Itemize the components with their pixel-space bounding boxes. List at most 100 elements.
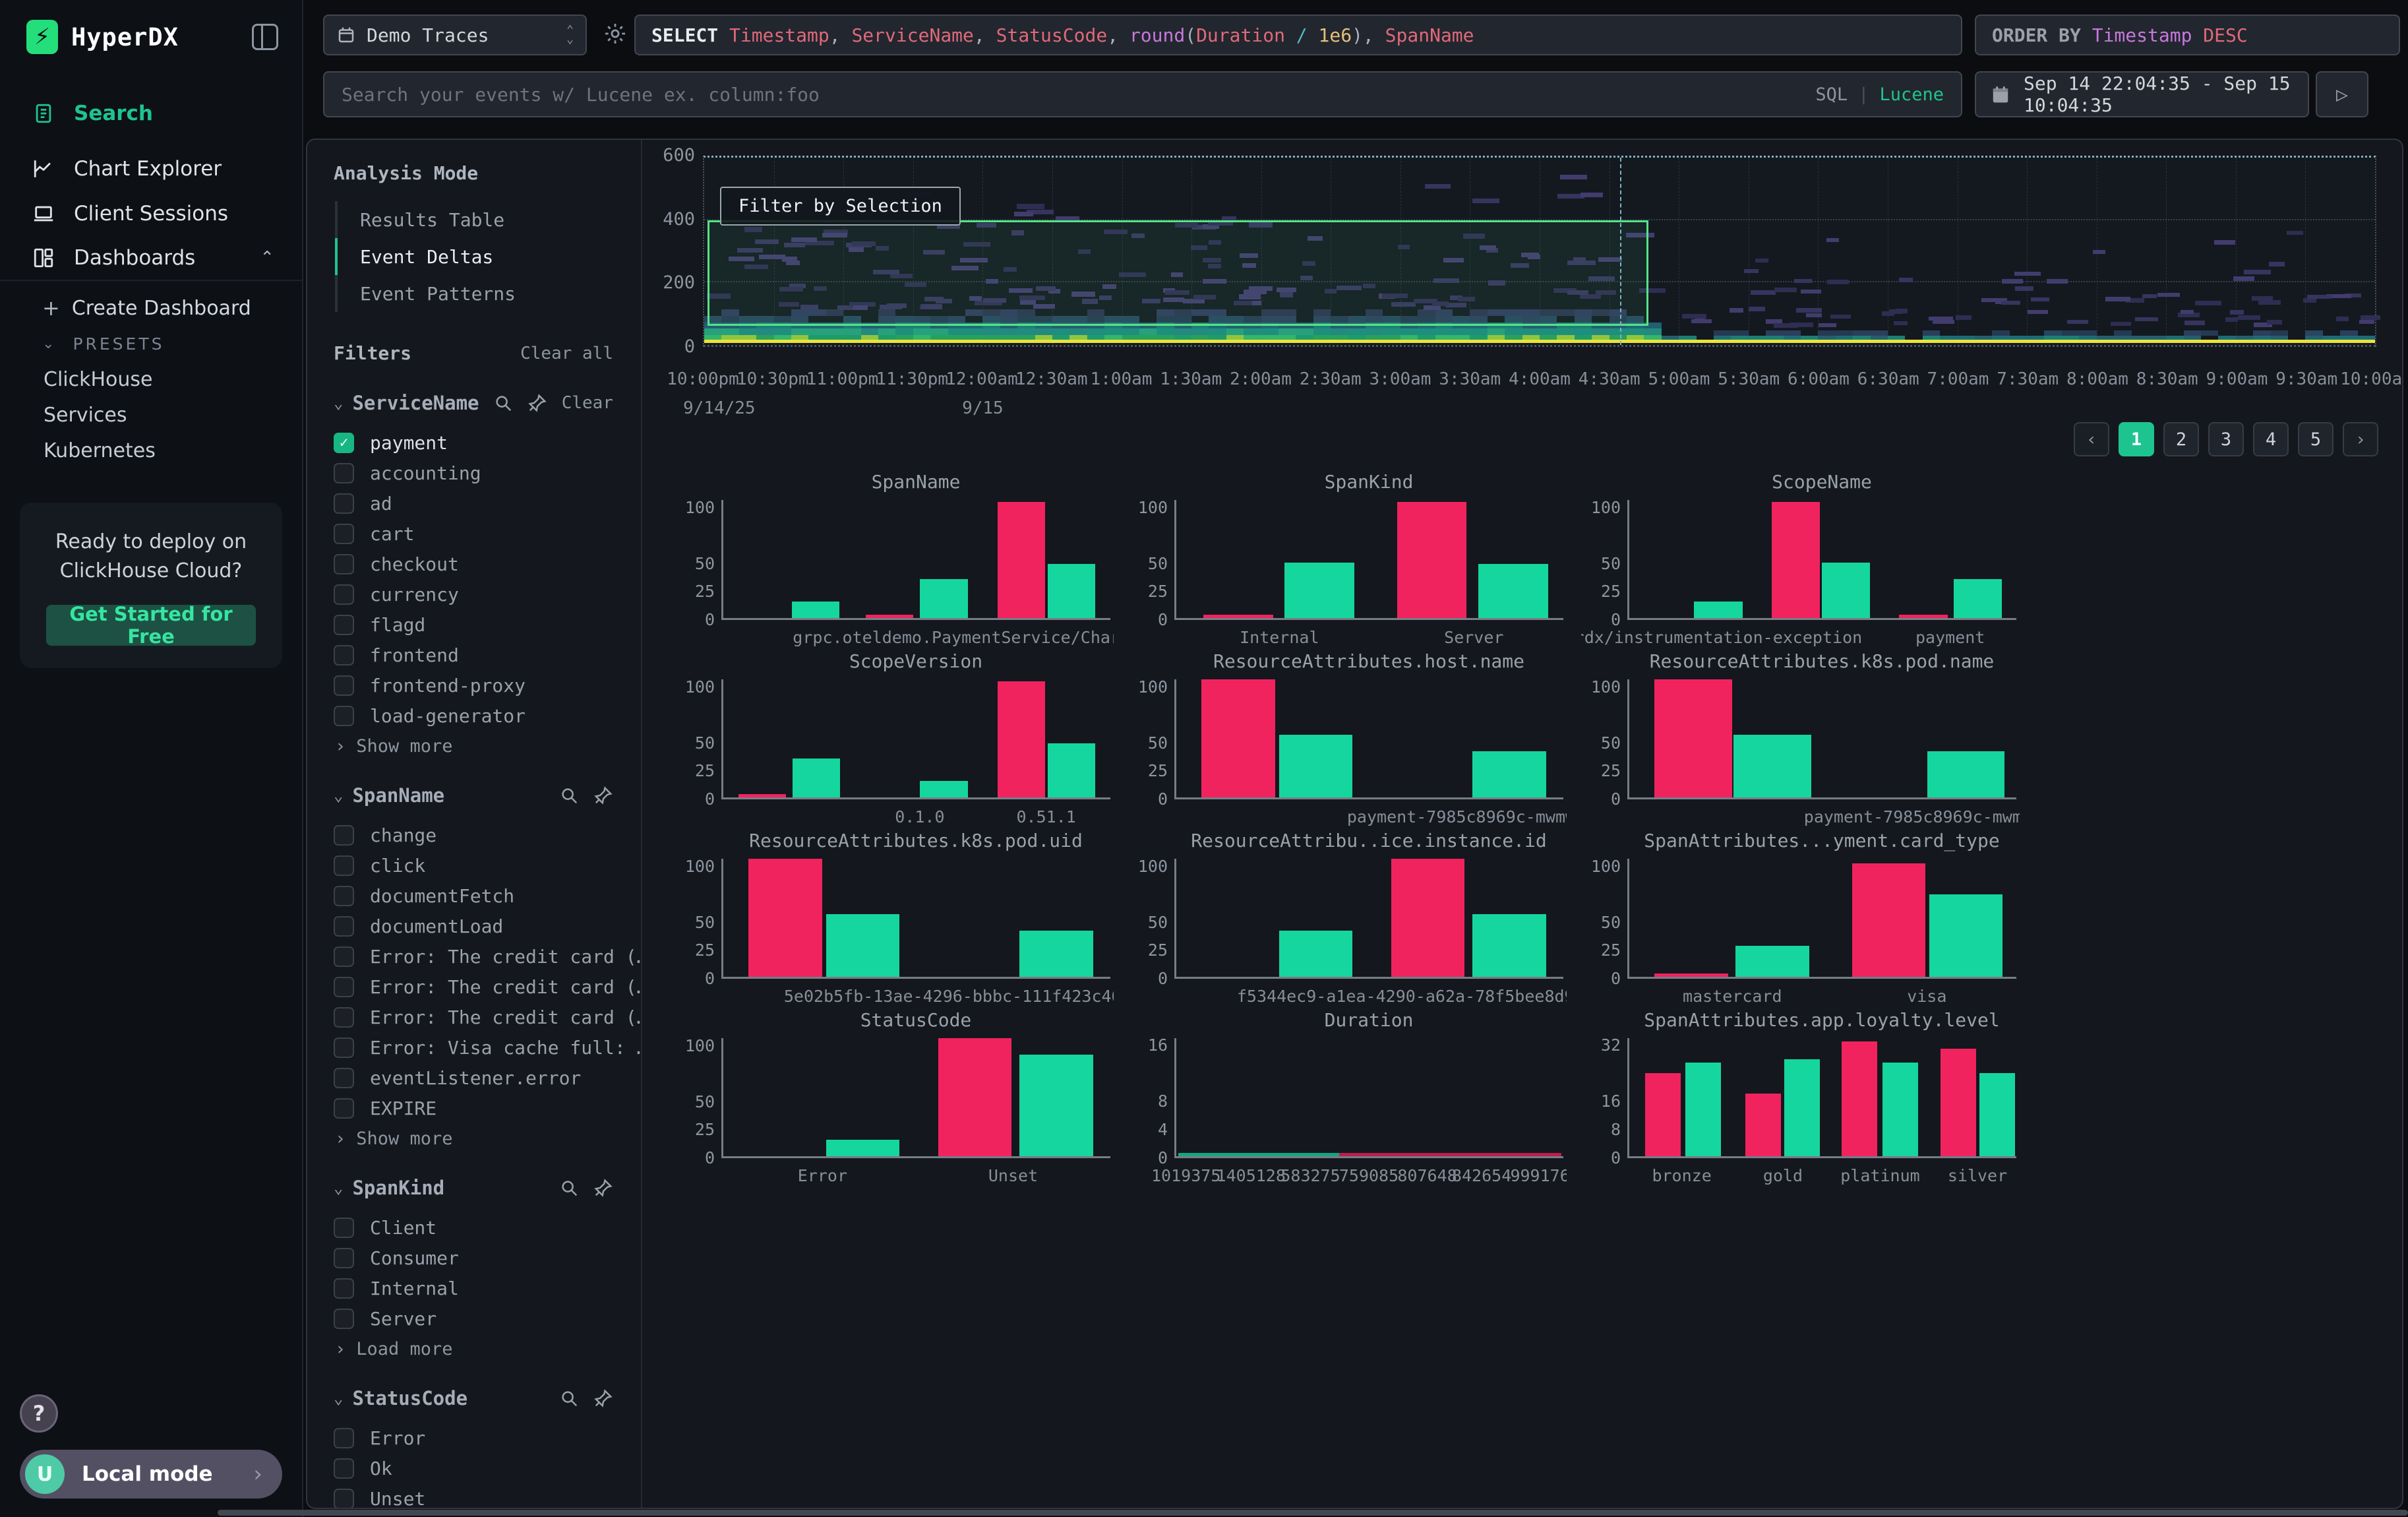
page-button[interactable]: 4 — [2253, 422, 2289, 456]
checkbox[interactable] — [334, 886, 354, 906]
checkbox[interactable] — [334, 493, 354, 514]
pin-icon[interactable] — [593, 786, 613, 805]
search-icon[interactable] — [493, 393, 513, 413]
filter-option[interactable]: Consumer — [334, 1243, 613, 1273]
analysis-mode-event-patterns[interactable]: Event Patterns — [335, 275, 613, 312]
sidebar-item-dashboards[interactable]: Dashboards ⌃ — [0, 236, 302, 281]
events-heatmap[interactable]: Filter by Selection — [703, 156, 2376, 347]
presets-toggle[interactable]: ⌄ PRESETS — [0, 326, 302, 361]
checkbox[interactable] — [334, 1007, 354, 1028]
checkbox[interactable] — [334, 1248, 354, 1268]
filter-group-header[interactable]: ⌄ SpanKind — [334, 1177, 613, 1199]
filter-option[interactable]: Error: The credit card (… — [334, 1002, 613, 1032]
order-by-input[interactable]: ORDER BY Timestamp DESC — [1975, 15, 2400, 55]
filter-option[interactable]: documentLoad — [334, 911, 613, 941]
sql-select-input[interactable]: SELECT Timestamp, ServiceName, StatusCod… — [634, 15, 1962, 55]
run-query-button[interactable]: ▷ — [2316, 71, 2368, 117]
load-more-link[interactable]: › Load more — [335, 1339, 613, 1359]
filter-option[interactable]: ad — [334, 488, 613, 518]
checkbox[interactable] — [334, 524, 354, 544]
page-button[interactable]: 1 — [2119, 422, 2154, 456]
page-button[interactable]: 5 — [2298, 422, 2333, 456]
page-button[interactable]: 3 — [2208, 422, 2244, 456]
filter-option[interactable]: Error: The credit card (… — [334, 941, 613, 972]
checkbox[interactable] — [334, 706, 354, 726]
sidebar-item-services[interactable]: Services — [0, 397, 302, 433]
filter-option[interactable]: load-generator — [334, 700, 613, 731]
horizontal-scrollbar[interactable] — [218, 1510, 2408, 1516]
breakdown-chart[interactable]: ResourceAttributes.k8s.pod.uid025501005e… — [675, 827, 1114, 1006]
get-started-button[interactable]: Get Started for Free — [46, 605, 256, 646]
filter-option[interactable]: frontend-proxy — [334, 670, 613, 700]
filter-option[interactable]: EXPIRE — [334, 1093, 613, 1123]
breakdown-chart[interactable]: ResourceAttributes.k8s.pod.name02550100p… — [1581, 648, 2020, 827]
filter-option[interactable]: Server — [334, 1303, 613, 1334]
sidebar-item-client-sessions[interactable]: Client Sessions — [0, 191, 302, 236]
breakdown-chart[interactable]: SpanKind02550100InternalServer — [1128, 468, 1567, 648]
checkbox[interactable] — [334, 1037, 354, 1058]
sidebar-item-chart-explorer[interactable]: Chart Explorer — [0, 146, 302, 191]
breakdown-chart[interactable]: SpanAttributes...yment.card_type02550100… — [1581, 827, 2020, 1006]
checkbox[interactable] — [334, 1428, 354, 1448]
breakdown-chart[interactable]: SpanAttributes.app.loyalty.level081632br… — [1581, 1006, 2020, 1186]
filter-option[interactable]: accounting — [334, 458, 613, 488]
show-more-link[interactable]: › Show more — [335, 736, 613, 757]
time-range-picker[interactable]: Sep 14 22:04:35 - Sep 15 10:04:35 — [1975, 71, 2309, 117]
clear-all-button[interactable]: Clear all — [520, 344, 613, 363]
next-page-button[interactable]: › — [2343, 422, 2378, 456]
checkbox[interactable] — [334, 825, 354, 846]
collapse-sidebar-icon[interactable] — [252, 24, 278, 50]
mode-lucene[interactable]: Lucene — [1879, 84, 1944, 105]
sidebar-item-search[interactable]: Search — [0, 91, 302, 136]
checkbox[interactable] — [334, 1218, 354, 1238]
search-icon[interactable] — [559, 1388, 579, 1408]
checkbox[interactable] — [334, 1068, 354, 1088]
filter-option[interactable]: currency — [334, 579, 613, 609]
filter-option[interactable]: Client — [334, 1212, 613, 1243]
checkbox[interactable] — [334, 584, 354, 605]
checkbox[interactable] — [334, 554, 354, 574]
checkbox[interactable] — [334, 855, 354, 876]
checkbox[interactable] — [334, 977, 354, 997]
checkbox[interactable] — [334, 1278, 354, 1299]
help-button[interactable]: ? — [20, 1394, 58, 1433]
local-mode-menu[interactable]: U Local mode › — [20, 1450, 282, 1499]
filter-group-header[interactable]: ⌄ SpanName — [334, 784, 613, 807]
checkbox[interactable] — [334, 916, 354, 937]
search-icon[interactable] — [559, 786, 579, 805]
pin-icon[interactable] — [593, 1178, 613, 1198]
filter-option[interactable]: documentFetch — [334, 881, 613, 911]
filter-by-selection-button[interactable]: Filter by Selection — [720, 187, 961, 226]
clear-group-button[interactable]: Clear — [562, 393, 613, 413]
source-select[interactable]: Demo Traces ⌃⌄ — [323, 15, 587, 55]
show-more-link[interactable]: › Show more — [335, 1129, 613, 1149]
search-icon[interactable] — [559, 1178, 579, 1198]
filter-option[interactable]: Internal — [334, 1273, 613, 1303]
filter-option[interactable]: cart — [334, 518, 613, 549]
filter-group-header[interactable]: ⌄ StatusCode — [334, 1387, 613, 1409]
breakdown-chart[interactable]: ScopeVersion025501000.1.00.51.1 — [675, 648, 1114, 827]
checkbox[interactable]: ✓ — [334, 433, 354, 453]
checkbox[interactable] — [334, 645, 354, 666]
breakdown-chart[interactable]: ResourceAttribu..ice.instance.id02550100… — [1128, 827, 1567, 1006]
filter-option[interactable]: change — [334, 820, 613, 850]
filter-option[interactable]: Error: Visa cache full: … — [334, 1032, 613, 1063]
create-dashboard-button[interactable]: + Create Dashboard — [0, 290, 302, 326]
filter-option[interactable]: eventListener.error — [334, 1063, 613, 1093]
mode-sql[interactable]: SQL — [1815, 84, 1848, 105]
breakdown-chart[interactable]: ResourceAttributes.host.name02550100paym… — [1128, 648, 1567, 827]
breakdown-chart[interactable]: ScopeName02550100@hyperdx/instrumentatio… — [1581, 468, 2020, 648]
prev-page-button[interactable]: ‹ — [2074, 422, 2109, 456]
chevron-up-icon[interactable]: ⌃ — [260, 248, 274, 268]
selection-rectangle[interactable] — [707, 220, 1648, 326]
checkbox[interactable] — [334, 675, 354, 696]
sidebar-item-clickhouse[interactable]: ClickHouse — [0, 361, 302, 397]
checkbox[interactable] — [334, 463, 354, 483]
analysis-mode-event-deltas[interactable]: Event Deltas — [335, 238, 613, 275]
breakdown-chart[interactable]: Duration04816101937514051285832757590858… — [1128, 1006, 1567, 1186]
pin-icon[interactable] — [593, 1388, 613, 1408]
checkbox[interactable] — [334, 1098, 354, 1119]
checkbox[interactable] — [334, 1489, 354, 1508]
checkbox[interactable] — [334, 615, 354, 635]
breakdown-chart[interactable]: StatusCode02550100ErrorUnset — [675, 1006, 1114, 1186]
